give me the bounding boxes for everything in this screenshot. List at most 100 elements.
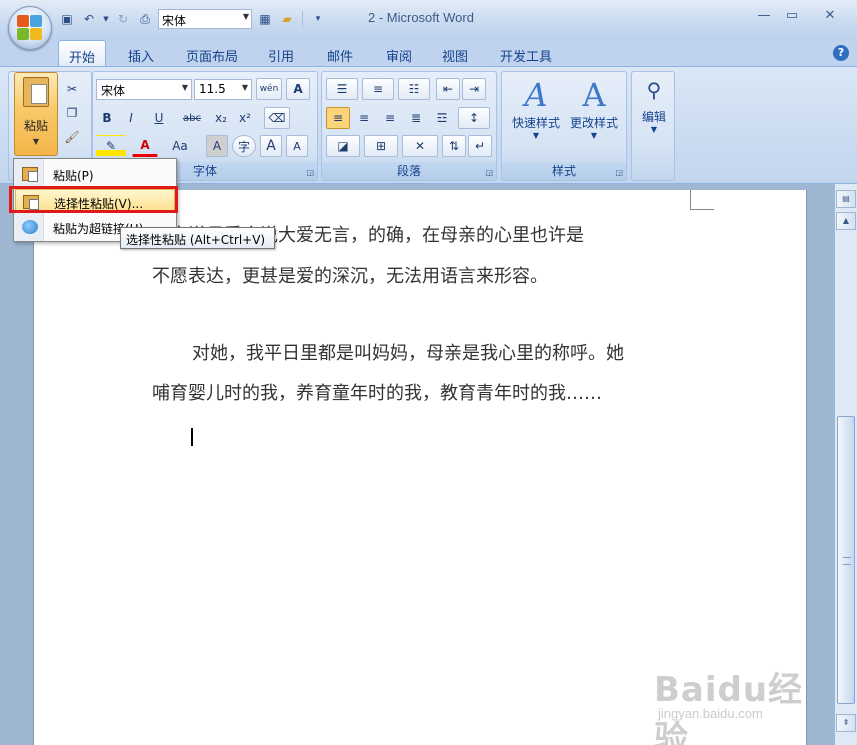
superscript-button[interactable]: x²: [234, 107, 256, 129]
styles-group-label: 样式: [502, 162, 626, 180]
enclose-chars-button[interactable]: 字: [232, 135, 256, 157]
change-case-button[interactable]: Aa: [164, 135, 196, 157]
align-left-icon[interactable]: ≡: [326, 107, 350, 129]
qat-separator: [302, 11, 303, 27]
undo-icon[interactable]: ↶: [80, 10, 98, 28]
chevron-down-icon: ▼: [590, 131, 598, 140]
borders-icon[interactable]: ⊞: [364, 135, 398, 157]
ribbon-tabs: 开始 插入 页面布局 引用 邮件 审阅 视图 开发工具 ?: [0, 38, 857, 66]
font-color-button[interactable]: A: [132, 135, 158, 157]
undo-dropdown-icon[interactable]: ▼: [102, 10, 110, 28]
ruler-toggle-icon[interactable]: ▤: [836, 190, 856, 208]
watermark-logo-text: Baidu经验: [654, 670, 804, 745]
format-painter-icon[interactable]: 🖌: [61, 126, 83, 148]
distribute-icon[interactable]: ☲: [430, 107, 454, 129]
minimize-button[interactable]: —: [752, 8, 776, 23]
chevron-down-icon: ▼: [242, 12, 249, 21]
show-marks-icon[interactable]: ↵: [468, 135, 492, 157]
change-styles-label: 更改样式: [569, 116, 618, 130]
line-spacing-icon[interactable]: ↕: [458, 107, 490, 129]
font-name-value: 宋体: [101, 84, 126, 98]
quick-styles-label: 快速样式: [511, 116, 560, 130]
char-shading-button[interactable]: A: [206, 135, 228, 157]
menu-item-paste[interactable]: 粘贴(P): [15, 162, 175, 186]
text-cursor: [191, 428, 193, 446]
paragraph-dialog-launcher-icon[interactable]: ◲: [485, 168, 493, 177]
quick-styles-button[interactable]: A 快速样式 ▼: [506, 76, 566, 140]
phonetic-guide-button[interactable]: wén: [256, 78, 282, 100]
tab-view[interactable]: 视图: [432, 40, 478, 66]
restore-button[interactable]: ▭: [780, 8, 804, 23]
styles-dialog-launcher-icon[interactable]: ◲: [615, 168, 623, 177]
char-border-button[interactable]: A: [286, 78, 310, 100]
font-dialog-launcher-icon[interactable]: ◲: [306, 168, 314, 177]
italic-button[interactable]: I: [120, 107, 142, 129]
quick-access-toolbar: ▣ ↶ ▼ ↻ ⎙ 宋体 ▼ ▦ ▰ ▾: [58, 8, 327, 30]
underline-button[interactable]: U: [144, 107, 174, 129]
prev-page-icon[interactable]: ⇞: [836, 714, 856, 732]
table-icon[interactable]: ▦: [256, 10, 274, 28]
binoculars-icon: ⚲: [646, 78, 662, 102]
help-icon[interactable]: ?: [833, 45, 849, 61]
increase-indent-icon[interactable]: ⇥: [462, 78, 486, 100]
grow-font-button[interactable]: A: [260, 135, 282, 157]
multilevel-list-icon[interactable]: ☷: [398, 78, 430, 100]
customize-qat-icon[interactable]: ▾: [309, 10, 327, 28]
editing-button[interactable]: ⚲ 编辑 ▼: [634, 78, 674, 134]
tab-developer[interactable]: 开发工具: [490, 40, 562, 66]
change-styles-button[interactable]: A 更改样式 ▼: [564, 76, 624, 140]
office-button[interactable]: [8, 6, 52, 50]
document-paragraph-line: 哺育婴儿时的我，养育童年时的我，教育青年时的我……: [152, 383, 602, 404]
change-styles-icon: A: [582, 76, 606, 114]
tab-references[interactable]: 引用: [258, 40, 304, 66]
vertical-scrollbar[interactable]: ▤ ▲ ⇞: [834, 184, 857, 745]
cut-icon[interactable]: ✂: [61, 78, 83, 100]
folder-icon[interactable]: ▰: [278, 10, 296, 28]
chinese-layout-icon[interactable]: ✕: [402, 135, 438, 157]
decrease-indent-icon[interactable]: ⇤: [436, 78, 460, 100]
tab-insert[interactable]: 插入: [118, 40, 164, 66]
shading-icon[interactable]: ◪: [326, 135, 360, 157]
scroll-thumb[interactable]: [837, 416, 855, 704]
tab-mailings[interactable]: 邮件: [317, 40, 363, 66]
paragraph-group: ☰ ≡ ☷ ⇤ ⇥ ≡ ≡ ≡ ≣ ☲ ↕ ◪ ⊞ ✕ ⇅ ↵ 段落 ◲: [321, 71, 497, 181]
copy-icon[interactable]: ❐: [61, 102, 83, 124]
qat-font-combo[interactable]: 宋体 ▼: [158, 9, 252, 29]
sort-icon[interactable]: ⇅: [442, 135, 466, 157]
highlight-color-icon[interactable]: ✎: [96, 135, 126, 157]
align-right-icon[interactable]: ≡: [378, 107, 402, 129]
redo-icon[interactable]: ↻: [114, 10, 132, 28]
chevron-down-icon: ▼: [650, 125, 658, 134]
font-name-combo[interactable]: 宋体 ▼: [96, 79, 192, 100]
print-preview-icon[interactable]: ⎙: [136, 10, 154, 28]
tab-home[interactable]: 开始: [58, 40, 107, 66]
chevron-down-icon: ▼: [241, 83, 248, 92]
save-icon[interactable]: ▣: [58, 10, 76, 28]
paste-label: 粘贴: [23, 119, 48, 133]
editing-label: 编辑: [641, 110, 666, 124]
hyperlink-globe-icon: [22, 220, 38, 234]
align-center-icon[interactable]: ≡: [352, 107, 376, 129]
tab-page-layout[interactable]: 页面布局: [176, 40, 248, 66]
grip-icon: [843, 557, 851, 565]
quick-styles-icon: A: [524, 76, 548, 114]
numbering-icon[interactable]: ≡: [362, 78, 394, 100]
tab-review[interactable]: 审阅: [376, 40, 422, 66]
paste-button[interactable]: 粘贴 ▼: [14, 72, 58, 156]
chevron-down-icon: ▼: [181, 83, 188, 92]
bullets-icon[interactable]: ☰: [326, 78, 358, 100]
qat-font-value: 宋体: [162, 14, 187, 28]
editing-group: ⚲ 编辑 ▼: [631, 71, 675, 181]
clear-formatting-icon[interactable]: ⌫: [264, 107, 290, 129]
subscript-button[interactable]: x₂: [210, 107, 232, 129]
shrink-font-button[interactable]: A: [286, 135, 308, 157]
font-size-combo[interactable]: 11.5 ▼: [194, 79, 252, 100]
baidu-watermark: Baidu经验 jingyan.baidu.com: [648, 650, 818, 745]
justify-icon[interactable]: ≣: [404, 107, 428, 129]
window-title: 2 - Microsoft Word: [368, 10, 474, 25]
strikethrough-button[interactable]: abc: [178, 107, 206, 129]
bold-button[interactable]: B: [96, 107, 118, 129]
scroll-up-icon[interactable]: ▲: [836, 212, 856, 230]
paste-special-tooltip: 选择性粘贴 (Alt+Ctrl+V): [120, 227, 275, 249]
close-button[interactable]: ✕: [818, 8, 842, 23]
